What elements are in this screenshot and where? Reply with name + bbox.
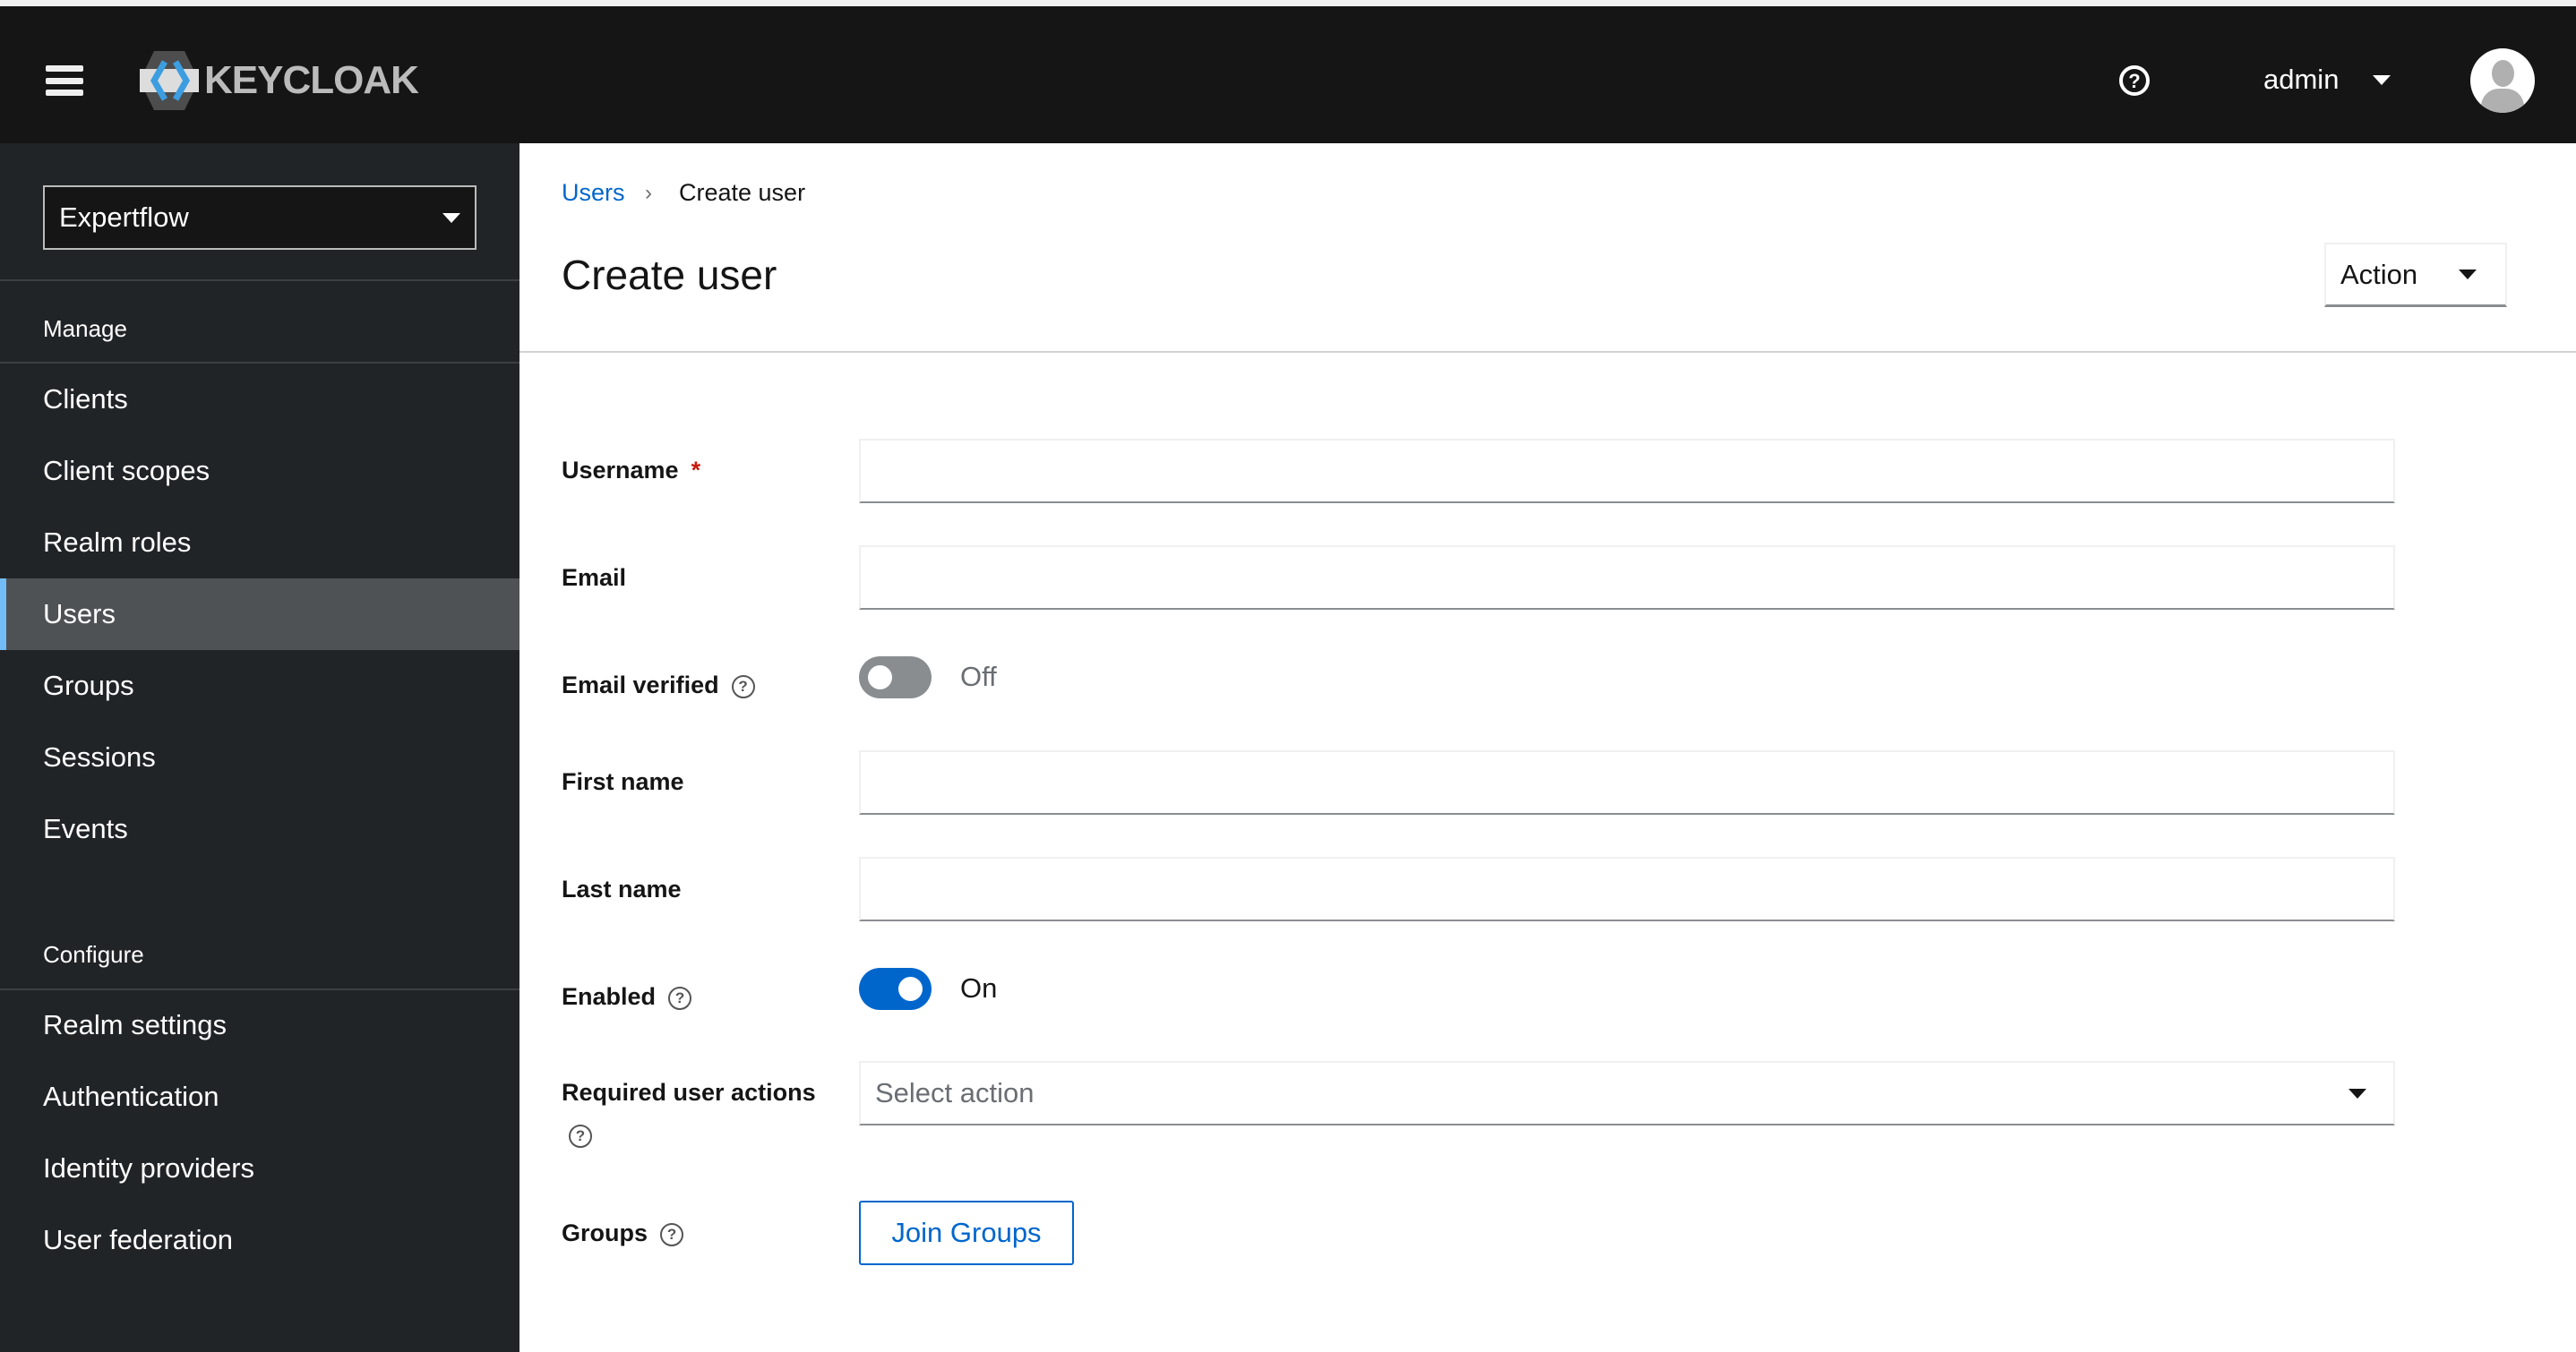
required-actions-label: Required user actions [562, 1079, 816, 1106]
sidebar-item-users[interactable]: Users [0, 578, 519, 650]
email-label: Email [562, 564, 627, 591]
top-strip [0, 0, 2576, 6]
page-title: Create user [562, 252, 777, 298]
enabled-label: Enabled? [562, 983, 692, 1011]
menu-icon[interactable] [46, 65, 83, 96]
sidebar-item-groups[interactable]: Groups [0, 650, 519, 722]
sidebar-item-client-scopes[interactable]: Client scopes [0, 435, 519, 507]
breadcrumb-current: Create user [679, 179, 806, 206]
email-verified-label: Email verified? [562, 672, 755, 699]
first-name-label: First name [562, 768, 684, 795]
help-icon[interactable]: ? [2119, 65, 2150, 96]
first-name-input[interactable] [859, 750, 2395, 815]
select-placeholder: Select action [875, 1077, 1035, 1108]
divider [0, 279, 519, 281]
enabled-state: On [960, 972, 998, 1004]
chevron-right-icon: › [645, 181, 652, 205]
keycloak-logo-icon [140, 51, 199, 110]
help-icon[interactable]: ? [668, 986, 692, 1010]
masthead: KEYCLOAK ? admin [0, 6, 2576, 143]
sidebar-item-events[interactable]: Events [0, 793, 519, 865]
action-dropdown[interactable]: Action [2324, 243, 2507, 307]
enabled-toggle[interactable] [859, 968, 932, 1010]
sidebar-item-identity-providers[interactable]: Identity providers [0, 1133, 519, 1204]
email-input[interactable] [859, 545, 2395, 610]
keycloak-logo[interactable]: KEYCLOAK [138, 49, 419, 112]
last-name-label: Last name [562, 876, 682, 903]
email-verified-toggle[interactable] [859, 656, 932, 698]
sidebar-item-realm-roles[interactable]: Realm roles [0, 507, 519, 578]
breadcrumb-users-link[interactable]: Users [562, 179, 625, 207]
caret-down-icon [2459, 270, 2477, 279]
sidebar-item-authentication[interactable]: Authentication [0, 1061, 519, 1133]
help-icon[interactable]: ? [660, 1222, 684, 1246]
caret-down-icon [2373, 74, 2391, 85]
logo-text: KEYCLOAK [204, 58, 419, 102]
email-verified-state: Off [960, 661, 997, 692]
sidebar-item-clients[interactable]: Clients [0, 364, 519, 435]
help-icon[interactable]: ? [731, 674, 755, 698]
groups-label: Groups? [562, 1219, 684, 1247]
username-label: Username * [562, 457, 701, 483]
realm-selector[interactable]: Expertflow [43, 185, 477, 250]
caret-down-icon [442, 212, 460, 223]
sidebar-item-user-federation[interactable]: User federation [0, 1204, 519, 1276]
sidebar-item-sessions[interactable]: Sessions [0, 722, 519, 793]
username-label: admin [2263, 64, 2340, 95]
username-input[interactable] [859, 439, 2395, 503]
required-actions-select[interactable]: Select action [859, 1061, 2395, 1125]
user-menu[interactable]: admin [2263, 64, 2391, 96]
section-manage: Manage [43, 315, 127, 342]
last-name-input[interactable] [859, 857, 2395, 921]
required-mark: * [691, 457, 701, 483]
realm-name: Expertflow [59, 201, 189, 233]
avatar[interactable] [2470, 48, 2535, 113]
help-icon[interactable]: ? [569, 1125, 592, 1148]
join-groups-button[interactable]: Join Groups [859, 1201, 1074, 1265]
sidebar-item-realm-settings[interactable]: Realm settings [0, 989, 519, 1061]
section-configure: Configure [43, 941, 144, 968]
divider [519, 351, 2576, 353]
caret-down-icon [2348, 1088, 2366, 1099]
action-label: Action [2340, 258, 2418, 290]
